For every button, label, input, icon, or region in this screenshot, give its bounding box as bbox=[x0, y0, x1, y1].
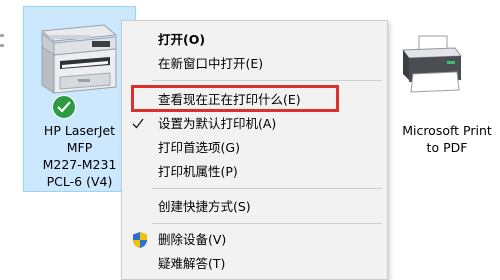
menu-item-printer-properties[interactable]: 打印机属性(P) bbox=[122, 160, 387, 184]
device-label-hp: HP LaserJet MFP M227-M231 PCL-6 (V4) bbox=[42, 123, 117, 189]
menu-separator bbox=[152, 223, 382, 224]
menu-item-label: 打印机属性(P) bbox=[158, 164, 238, 179]
device-tile-hp-laserjet[interactable]: HP LaserJet MFP M227-M231 PCL-6 (V4) bbox=[23, 6, 136, 192]
menu-item-label: 疑难解答(T) bbox=[158, 256, 226, 271]
menu-item-create-shortcut[interactable]: 创建快捷方式(S) bbox=[122, 195, 387, 219]
menu-item-label: 设置为默认打印机(A) bbox=[158, 116, 277, 131]
checkmark-icon bbox=[132, 118, 144, 129]
menu-item-remove-device[interactable]: 删除设备(V) bbox=[122, 228, 387, 252]
menu-item-label: 创建快捷方式(S) bbox=[158, 199, 251, 214]
desktop-dot bbox=[0, 34, 4, 37]
printer-icon bbox=[402, 35, 462, 93]
menu-item-open[interactable]: 打开(O) bbox=[122, 28, 387, 52]
menu-item-label: 在新窗口中打开(E) bbox=[158, 56, 264, 71]
context-menu: 打开(O) 在新窗口中打开(E) 查看现在正在打印什么(E) 设置为默认打印机(… bbox=[121, 20, 388, 280]
menu-separator bbox=[152, 188, 382, 189]
menu-item-printing-preferences[interactable]: 打印首选项(G) bbox=[122, 136, 387, 160]
highlight-annotation bbox=[131, 85, 339, 112]
desktop-edge-fragment bbox=[0, 30, 6, 60]
menu-item-open-new-window[interactable]: 在新窗口中打开(E) bbox=[122, 52, 387, 76]
default-printer-check-icon bbox=[52, 95, 76, 119]
desktop-dot bbox=[0, 44, 4, 47]
shield-icon bbox=[133, 232, 147, 248]
multifunction-printer-icon bbox=[40, 24, 118, 94]
device-label-microsoft: Microsoft Print to PDF bbox=[402, 123, 492, 155]
menu-item-label: 删除设备(V) bbox=[158, 232, 227, 247]
menu-item-label: 打印首选项(G) bbox=[158, 140, 240, 155]
device-tile-microsoft-print-to-pdf[interactable]: Microsoft Print to PDF bbox=[397, 34, 500, 164]
menu-item-label: 打开(O) bbox=[158, 32, 206, 47]
menu-item-set-default-printer[interactable]: 设置为默认打印机(A) bbox=[122, 112, 387, 136]
menu-separator bbox=[152, 80, 382, 81]
menu-item-troubleshoot[interactable]: 疑难解答(T) bbox=[122, 252, 387, 276]
